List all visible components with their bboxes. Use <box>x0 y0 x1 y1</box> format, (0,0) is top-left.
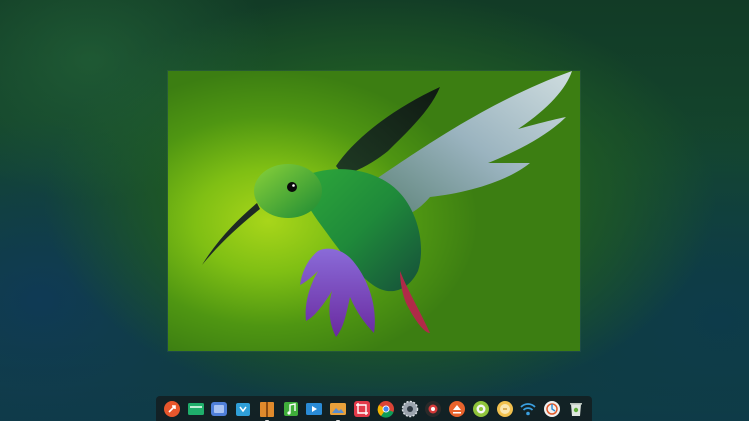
settings-icon[interactable] <box>401 400 419 418</box>
file-manager-icon[interactable] <box>187 400 205 418</box>
desktop <box>0 0 749 421</box>
video-icon[interactable] <box>305 400 323 418</box>
image-viewer-icon[interactable] <box>329 400 347 421</box>
music-icon[interactable] <box>282 400 300 418</box>
archive-manager-icon[interactable] <box>258 400 276 421</box>
eject-icon[interactable] <box>448 400 466 418</box>
notes-icon[interactable] <box>496 400 514 418</box>
media-player-icon[interactable] <box>472 400 490 418</box>
deepin-store-icon[interactable] <box>543 400 561 418</box>
launcher-icon[interactable] <box>163 400 181 418</box>
screen-recorder-icon[interactable] <box>424 400 442 418</box>
image-viewer-window[interactable] <box>168 71 580 351</box>
dock <box>156 396 592 421</box>
screenshot-icon[interactable] <box>353 400 371 418</box>
trash-icon[interactable] <box>567 400 585 418</box>
app-store-icon[interactable] <box>234 400 252 418</box>
chrome-icon[interactable] <box>377 400 395 418</box>
hummingbird-image <box>202 71 572 337</box>
wifi-icon[interactable] <box>519 400 537 418</box>
multitasking-icon[interactable] <box>210 400 228 418</box>
